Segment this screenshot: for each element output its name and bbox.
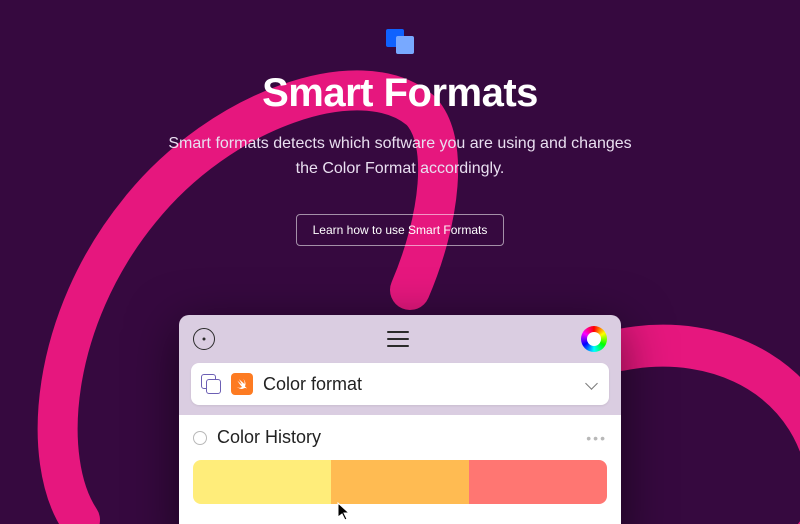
color-swatch[interactable] [469,460,607,504]
color-format-label: Color format [263,374,585,395]
swift-app-badge-icon [231,373,253,395]
color-swatch[interactable] [193,460,331,504]
color-swatch[interactable] [331,460,469,504]
learn-smart-formats-button[interactable]: Learn how to use Smart Formats [296,214,505,246]
color-swatch-row [193,460,607,504]
smart-formats-logo-icon [383,26,417,61]
chevron-down-icon [585,377,599,391]
color-history-title: Color History [217,427,321,448]
more-options-icon[interactable]: ••• [586,430,607,446]
color-wheel-icon[interactable] [581,326,607,352]
history-radio-icon[interactable] [193,431,207,445]
page-description: Smart formats detects which software you… [160,132,640,182]
color-history-panel: Color History ••• [179,415,621,524]
eyedropper-target-icon[interactable] [193,328,215,350]
color-picker-window: Color format Color History ••• [179,315,621,524]
titlebar [179,315,621,363]
page-title: Smart Formats [0,71,800,116]
menu-icon[interactable] [387,331,409,347]
copy-icon[interactable] [199,372,223,396]
color-format-selector[interactable]: Color format [191,363,609,405]
